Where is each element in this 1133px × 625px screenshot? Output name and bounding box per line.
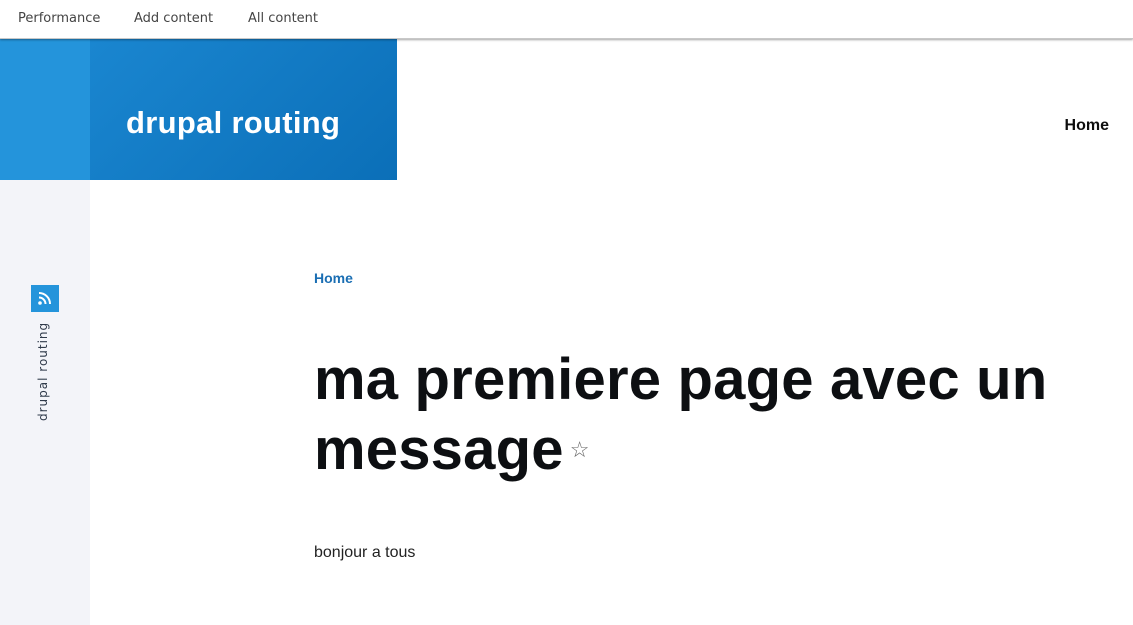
sidebar: drupal routing: [0, 39, 90, 625]
page-title: ma premiere page avec un message ☆: [314, 345, 1104, 485]
breadcrumb-home-link[interactable]: Home: [314, 270, 353, 286]
sidebar-top-block: [0, 39, 90, 180]
admin-toolbar: Performance Add content All content: [0, 0, 1133, 39]
toolbar-performance-link[interactable]: Performance: [18, 11, 100, 26]
page-title-text: ma premiere page avec un message: [314, 347, 1048, 482]
rss-icon-graphic: [38, 292, 51, 305]
sidebar-site-name[interactable]: drupal routing: [36, 321, 54, 421]
toolbar-all-content-link[interactable]: All content: [248, 11, 318, 26]
page-body-text: bonjour a tous: [314, 544, 416, 561]
site-name[interactable]: drupal routing: [126, 105, 340, 141]
main-nav-home-link[interactable]: Home: [1065, 117, 1109, 135]
site-branding[interactable]: drupal routing: [90, 39, 397, 180]
star-icon[interactable]: ☆: [570, 438, 590, 461]
toolbar-add-content-link[interactable]: Add content: [134, 11, 213, 26]
rss-icon[interactable]: [31, 285, 59, 312]
